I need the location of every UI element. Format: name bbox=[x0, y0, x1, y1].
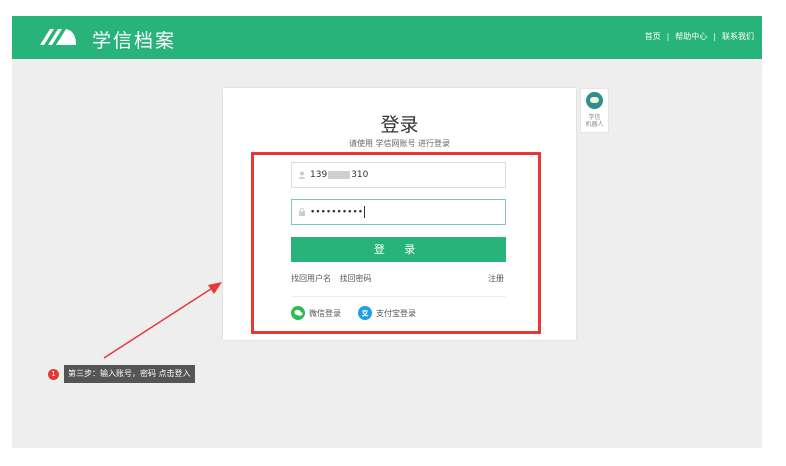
step-tooltip: 第三步：输入账号，密码 点击登入 bbox=[64, 365, 195, 383]
pointer-arrow-icon bbox=[103, 282, 222, 359]
step-number-badge: 1 bbox=[48, 369, 59, 380]
